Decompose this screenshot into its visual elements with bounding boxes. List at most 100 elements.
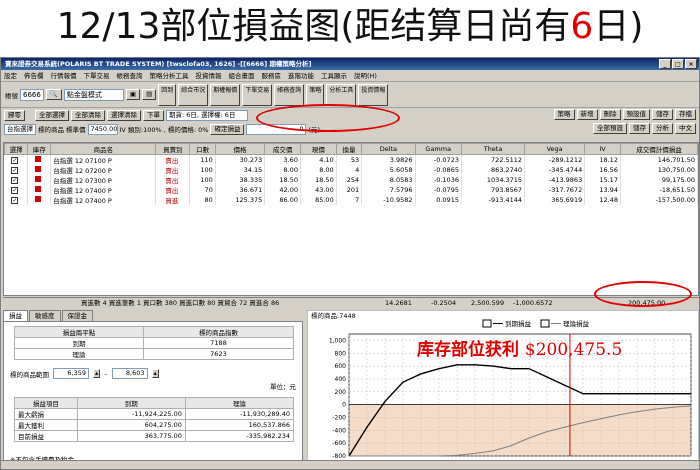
menu-service[interactable]: 服務區 <box>262 70 282 81</box>
toolbar-btn-info[interactable]: 投資情報 <box>358 83 389 106</box>
menu-strategy[interactable]: 策略分析工具 <box>150 70 189 81</box>
col-iv[interactable]: IV <box>584 143 621 155</box>
toolbar-btn-option-quotes[interactable]: 期權報價 <box>210 83 241 106</box>
menu-help[interactable]: 說明(H) <box>354 70 377 81</box>
minimize-button[interactable]: _ <box>659 59 671 69</box>
menu-combo[interactable]: 組合畫面 <box>229 70 255 81</box>
menu-order[interactable]: 下單交易 <box>84 70 110 81</box>
menu-advanced[interactable]: 進階功能 <box>288 70 314 81</box>
row-checkbox[interactable]: ✓ <box>4 195 29 205</box>
col-inventory[interactable]: 庫存 <box>27 143 52 155</box>
col-vega[interactable]: Vega <box>524 143 586 155</box>
default-button[interactable]: 預設值 <box>622 109 650 120</box>
menu-bulletin[interactable]: 佈告欄 <box>24 70 44 81</box>
row-qty[interactable]: 100 <box>189 165 216 175</box>
table-row[interactable]: ✓ 台指選 12 07400 P 賣出 70 36.671 42.00 43.00 201 7.… <box>4 185 699 195</box>
store-button-2[interactable]: 儲存 <box>629 123 650 134</box>
expiry-pnl-line-point <box>366 426 368 428</box>
col-delta[interactable]: Delta <box>361 143 416 155</box>
strategy-mode-select[interactable]: 點金盤模式 <box>63 88 124 101</box>
tab-pnl[interactable]: 損益 <box>3 310 28 321</box>
row-trade: 3.60 <box>264 154 301 165</box>
select-all-button[interactable]: 全部選擇 <box>35 109 69 121</box>
toolbar-btn-market[interactable]: 綜合市況 <box>178 83 209 106</box>
col-select[interactable]: 選擇 <box>3 143 29 155</box>
menu-info[interactable]: 投資情報 <box>196 70 222 81</box>
table-row[interactable]: ✓ 台指選 12 07200 P 賣出 100 34.15 8.00 8.00 4 5.6058… <box>4 165 699 175</box>
range-to-spin[interactable]: ▴ <box>151 369 159 378</box>
status-bar <box>1 460 699 469</box>
menu-settings[interactable]: 設定 <box>4 70 17 81</box>
product-select[interactable]: 台指選擇 <box>4 123 36 135</box>
legend-theory-label: 理論損益 <box>563 319 590 328</box>
row-checkbox[interactable]: ✓ <box>4 154 29 165</box>
search-icon[interactable]: 🔍 <box>45 89 62 100</box>
row-qty[interactable]: 70 <box>189 185 216 195</box>
delete-button[interactable]: 刪除 <box>599 109 621 120</box>
col-product[interactable]: 商品名 <box>50 143 157 155</box>
row-delta: -10.9582 <box>361 195 416 205</box>
col-qty[interactable]: 口數 <box>189 143 216 155</box>
col-gamma[interactable]: Gamma <box>414 143 462 155</box>
range-from-spin[interactable]: ▴ <box>93 369 101 378</box>
period-field[interactable]: 期貨: 6日, 選擇權: 6日 <box>166 109 248 121</box>
table-row[interactable]: ✓ 台指選 12 07300 P 賣出 100 38.335 18.50 18.50 254 8… <box>4 175 699 185</box>
confirm-pnl-label[interactable]: 確定損益 <box>210 123 245 135</box>
range-to-input[interactable]: 8,603 <box>111 368 148 379</box>
theory-pnl-line-point <box>672 406 674 408</box>
row-side: 賣出 <box>155 175 191 185</box>
menu-account[interactable]: 帳務查詢 <box>117 70 143 81</box>
strategy-button[interactable]: 策略 <box>553 109 575 120</box>
toolbar-btn-strategy[interactable]: 策略 <box>306 83 325 106</box>
table-row[interactable]: ✓ 台指選 12 07400 P 買進 80 125.375 86.00 85.00 7 -10… <box>4 195 699 205</box>
toolbar-btn-back[interactable]: 回到 <box>158 83 177 106</box>
col-theta[interactable]: Theta <box>460 143 526 155</box>
range-from-input[interactable]: 6,359 <box>53 368 89 379</box>
max-profit-theory: 160,537.866 <box>184 419 295 431</box>
store-button[interactable]: 儲存 <box>652 109 673 120</box>
col-side[interactable]: 買賣別 <box>155 143 191 155</box>
legend-theory-checkbox[interactable] <box>540 319 550 328</box>
tab-sensitivity[interactable]: 敏感度 <box>29 310 61 321</box>
row-checkbox[interactable]: ✓ <box>4 175 29 185</box>
row-qty[interactable]: 100 <box>189 175 216 185</box>
base-price-input[interactable]: 7450.00 <box>87 123 118 135</box>
menu-quotes[interactable]: 行情報價 <box>51 70 77 81</box>
row-qty[interactable]: 110 <box>189 154 216 165</box>
expiry-pnl-line-point <box>672 393 674 395</box>
clear-all-button[interactable]: 全部清除 <box>71 109 105 121</box>
col-vol[interactable]: 換量 <box>335 143 363 155</box>
row-vol: 7 <box>336 195 363 205</box>
pnl-chart: 標的商品:7448 到期損益 理論損益 1,000 800 600 400 200 0 -2… <box>307 310 699 468</box>
row-checkbox[interactable]: ✓ <box>4 185 29 195</box>
file-button[interactable]: 存檔 <box>675 109 696 120</box>
add-button[interactable]: 新增 <box>576 109 598 120</box>
tab-margin[interactable]: 保證金 <box>61 310 93 321</box>
account-select[interactable]: 6666 <box>20 88 44 101</box>
breakeven-head: 損益兩平點 <box>14 326 144 338</box>
close-button[interactable]: × <box>685 59 697 69</box>
clear-selected-button[interactable]: 選擇清除 <box>107 109 141 121</box>
save-icon[interactable]: ▤ <box>142 89 157 100</box>
all-default-button[interactable]: 全部預設 <box>593 123 627 134</box>
row-theta: 793.8567 <box>461 185 526 195</box>
toolbar-btn-analysis[interactable]: 分析工具 <box>326 83 357 106</box>
menu-tools[interactable]: 工具顯示 <box>321 70 347 81</box>
row-checkbox[interactable]: ✓ <box>4 165 29 175</box>
analyze-button[interactable]: 分析 <box>652 123 673 134</box>
toolbar-btn-account[interactable]: 帳務查詢 <box>274 83 305 106</box>
print-icon[interactable]: ▣ <box>125 89 141 100</box>
toolbar-btn-order[interactable]: 下單交易 <box>242 83 273 106</box>
row-qty[interactable]: 80 <box>189 195 216 205</box>
col-price[interactable]: 價格 <box>214 143 266 155</box>
maximize-button[interactable]: □ <box>672 59 684 69</box>
col-trade[interactable]: 成交價 <box>264 143 301 155</box>
place-order-button[interactable]: 下單 <box>143 109 164 121</box>
reset-button[interactable]: 歸零 <box>4 109 25 121</box>
legend-expiry-checkbox[interactable] <box>482 319 492 328</box>
language-button[interactable]: 中文 <box>675 123 696 134</box>
table-row[interactable]: ✓ 台指選 12 07100 P 賣出 110 30.273 3.60 4.10 53 3.98… <box>4 154 699 165</box>
row-vega: 365.6919 <box>524 195 586 205</box>
col-pnl[interactable]: 成交價計價損益 <box>619 143 699 155</box>
col-now[interactable]: 現價 <box>299 143 337 155</box>
